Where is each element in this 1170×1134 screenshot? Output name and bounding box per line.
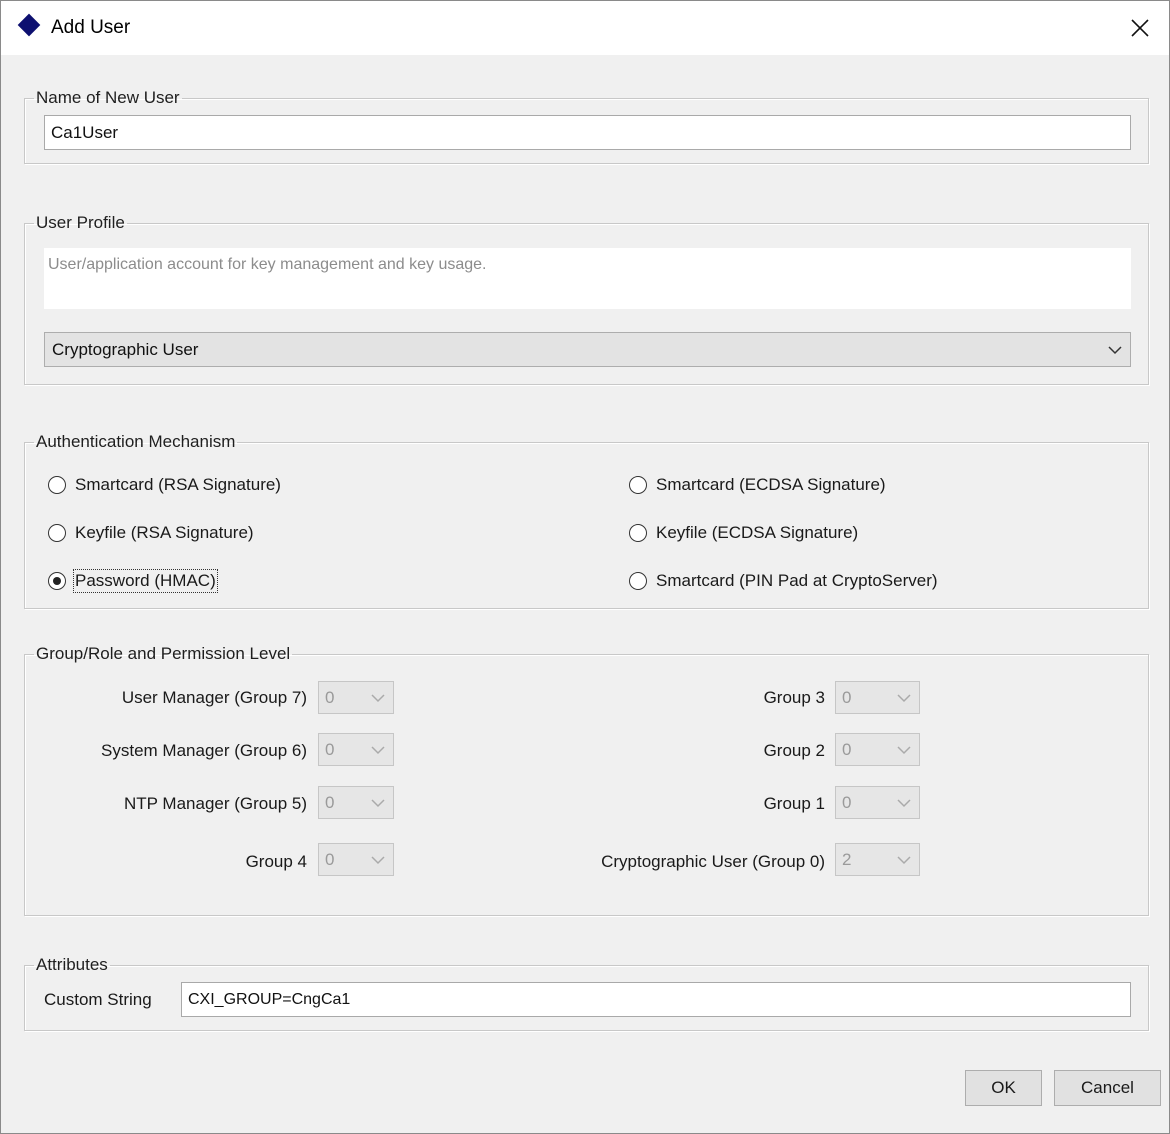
perm-select-value: 0 [325, 849, 335, 869]
perm-select-group6: 0 [318, 733, 394, 766]
perm-label-group1: Group 1 [763, 794, 825, 813]
chevron-down-icon [1108, 345, 1122, 354]
radio-label: Smartcard (PIN Pad at CryptoServer) [656, 571, 938, 590]
perm-label-group2: Group 2 [763, 741, 825, 760]
perm-select-value: 0 [842, 792, 852, 812]
auth-group-legend: Authentication Mechanism [36, 432, 236, 451]
chevron-down-icon [897, 745, 911, 754]
user-name-input[interactable] [44, 115, 1131, 150]
permission-group: Group/Role and Permission Level [24, 644, 1149, 916]
perm-select-group4: 0 [318, 843, 394, 876]
add-user-dialog: Add User Name of New User User Profile U… [0, 0, 1170, 1134]
radio-smartcard-ecdsa[interactable]: Smartcard (ECDSA Signature) [629, 475, 886, 495]
chevron-down-icon [897, 855, 911, 864]
radio-smartcard-rsa[interactable]: Smartcard (RSA Signature) [48, 475, 281, 495]
radio-keyfile-ecdsa[interactable]: Keyfile (ECDSA Signature) [629, 523, 858, 543]
window-title: Add User [51, 17, 131, 38]
perm-label-group4: Group 4 [245, 852, 307, 871]
perm-select-value: 0 [325, 792, 335, 812]
perm-select-group2: 0 [835, 733, 920, 766]
radio-label: Password (HMAC) [73, 569, 218, 593]
close-icon [1131, 19, 1149, 37]
chevron-down-icon [371, 745, 385, 754]
radio-circle [629, 476, 647, 494]
chevron-down-icon [371, 798, 385, 807]
perm-select-group0: 2 [835, 843, 920, 876]
perm-label-group3: Group 3 [763, 688, 825, 707]
attributes-group-legend: Attributes [36, 955, 108, 974]
radio-circle [48, 524, 66, 542]
custom-string-input[interactable] [181, 982, 1131, 1017]
profile-select-value: Cryptographic User [52, 339, 199, 359]
perm-label-group7: User Manager (Group 7) [121, 688, 307, 707]
ok-button[interactable]: OK [965, 1070, 1042, 1106]
title-bar: Add User [1, 1, 1169, 55]
chevron-down-icon [897, 693, 911, 702]
radio-password-hmac[interactable]: Password (HMAC) [48, 569, 218, 593]
perm-select-group5: 0 [318, 786, 394, 819]
chevron-down-icon [371, 693, 385, 702]
diamond-icon [17, 13, 41, 37]
perm-select-group3: 0 [835, 681, 920, 714]
radio-circle [629, 524, 647, 542]
perm-select-value: 0 [325, 739, 335, 759]
perm-label-group0: Cryptographic User (Group 0) [601, 852, 825, 871]
radio-label: Keyfile (RSA Signature) [75, 523, 254, 542]
close-button[interactable] [1129, 17, 1151, 39]
name-group-legend: Name of New User [36, 88, 180, 107]
perm-label-group6: System Manager (Group 6) [101, 741, 307, 760]
perm-select-group1: 0 [835, 786, 920, 819]
profile-group-legend: User Profile [36, 213, 125, 232]
radio-label: Smartcard (ECDSA Signature) [656, 475, 886, 494]
profile-select[interactable]: Cryptographic User [44, 332, 1131, 367]
radio-label: Keyfile (ECDSA Signature) [656, 523, 859, 542]
perm-select-value: 2 [842, 849, 852, 869]
perm-select-value: 0 [325, 687, 335, 707]
radio-circle [48, 476, 66, 494]
permission-group-legend: Group/Role and Permission Level [36, 644, 291, 663]
chevron-down-icon [371, 855, 385, 864]
perm-label-group5: NTP Manager (Group 5) [124, 794, 307, 813]
perm-select-value: 0 [842, 739, 852, 759]
radio-label: Smartcard (RSA Signature) [75, 475, 281, 494]
perm-select-group7: 0 [318, 681, 394, 714]
radio-circle [629, 572, 647, 590]
radio-smartcard-pinpad[interactable]: Smartcard (PIN Pad at CryptoServer) [629, 571, 938, 591]
radio-keyfile-rsa[interactable]: Keyfile (RSA Signature) [48, 523, 254, 543]
profile-description: User/application account for key managem… [44, 248, 1131, 309]
perm-select-value: 0 [842, 687, 852, 707]
radio-circle-selected [48, 572, 66, 590]
chevron-down-icon [897, 798, 911, 807]
custom-string-label: Custom String [44, 990, 152, 1009]
cancel-button[interactable]: Cancel [1054, 1070, 1161, 1106]
